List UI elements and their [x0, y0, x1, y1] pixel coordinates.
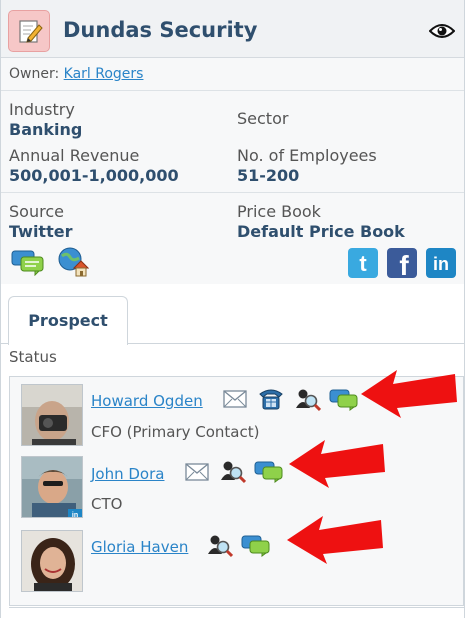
chat-bubbles-icon	[241, 535, 270, 557]
linkedin-icon: in	[426, 248, 456, 278]
red-arrow-annotation	[287, 436, 387, 494]
email-icon	[223, 390, 247, 408]
red-arrow-annotation	[285, 512, 385, 570]
owner-link[interactable]: Karl Rogers	[64, 66, 144, 82]
facebook-button[interactable]: f	[387, 248, 417, 282]
person-search-icon	[221, 461, 247, 484]
sector-label: Sector	[237, 109, 289, 128]
industry-value: Banking	[9, 120, 83, 139]
revenue-label: Annual Revenue	[9, 146, 140, 165]
facebook-icon: f	[387, 248, 417, 281]
linkedin-button[interactable]: in	[426, 248, 456, 282]
call-button[interactable]	[258, 386, 284, 414]
twitter-icon: t	[348, 248, 378, 278]
profile-search-button[interactable]	[295, 388, 322, 416]
pricebook-value: Default Price Book	[237, 222, 405, 241]
contact-title: CFO (Primary Contact)	[91, 423, 260, 441]
pricebook-label: Price Book	[237, 202, 321, 221]
email-button[interactable]	[223, 390, 247, 412]
chat-bubbles-icon	[11, 250, 44, 277]
edit-button[interactable]	[8, 10, 50, 52]
contact-name-link[interactable]: John Dora	[91, 465, 164, 483]
eye-icon	[428, 24, 456, 38]
contact-name-link[interactable]: Howard Ogden	[91, 392, 203, 410]
email-icon	[185, 463, 209, 481]
divider	[9, 607, 464, 608]
email-button[interactable]	[185, 463, 209, 485]
globe-home-icon	[58, 247, 90, 277]
owner-row: Owner: Karl Rogers	[9, 66, 143, 82]
person-search-icon	[208, 535, 234, 558]
employees-label: No. of Employees	[237, 146, 377, 165]
account-details: Owner: Karl Rogers Industry Banking Sect…	[1, 58, 464, 284]
profile-search-button[interactable]	[220, 460, 247, 488]
red-arrow-annotation	[359, 366, 459, 424]
chat-button[interactable]	[329, 389, 359, 415]
owner-label: Owner:	[9, 66, 60, 82]
chat-button[interactable]	[11, 250, 45, 280]
avatar: in	[21, 456, 83, 518]
contact-name-link[interactable]: Gloria Haven	[91, 538, 188, 556]
divider	[1, 192, 464, 193]
chat-button[interactable]	[241, 535, 271, 561]
avatar	[21, 530, 83, 592]
account-title: Dundas Security	[63, 18, 258, 42]
chat-bubbles-icon	[254, 461, 283, 483]
edit-icon	[19, 20, 43, 43]
tab-strip: Prospect	[1, 296, 464, 345]
employees-value: 51-200	[237, 166, 300, 185]
svg-text:t: t	[359, 251, 367, 276]
contact-title: CTO	[91, 495, 123, 513]
divider	[1, 90, 464, 91]
twitter-button[interactable]: t	[348, 248, 378, 282]
revenue-value: 500,001-1,000,000	[9, 166, 179, 185]
tab-prospect[interactable]: Prospect	[8, 296, 128, 345]
svg-text:in: in	[433, 254, 449, 274]
phone-icon	[259, 389, 283, 410]
status-label: Status	[9, 348, 57, 366]
svg-text:in: in	[72, 512, 78, 518]
account-header: Dundas Security	[1, 0, 464, 58]
website-button[interactable]	[57, 246, 90, 282]
account-card: Dundas Security Owner: Karl Rogers Indus…	[0, 0, 465, 618]
svg-text:f: f	[399, 250, 409, 278]
source-label: Source	[9, 202, 64, 221]
watch-button[interactable]	[428, 22, 456, 44]
source-value: Twitter	[9, 222, 73, 241]
profile-search-button[interactable]	[207, 534, 234, 562]
person-search-icon	[296, 389, 322, 412]
avatar	[21, 384, 83, 446]
chat-button[interactable]	[254, 461, 284, 487]
chat-bubbles-icon	[329, 389, 358, 411]
industry-label: Industry	[9, 100, 75, 119]
